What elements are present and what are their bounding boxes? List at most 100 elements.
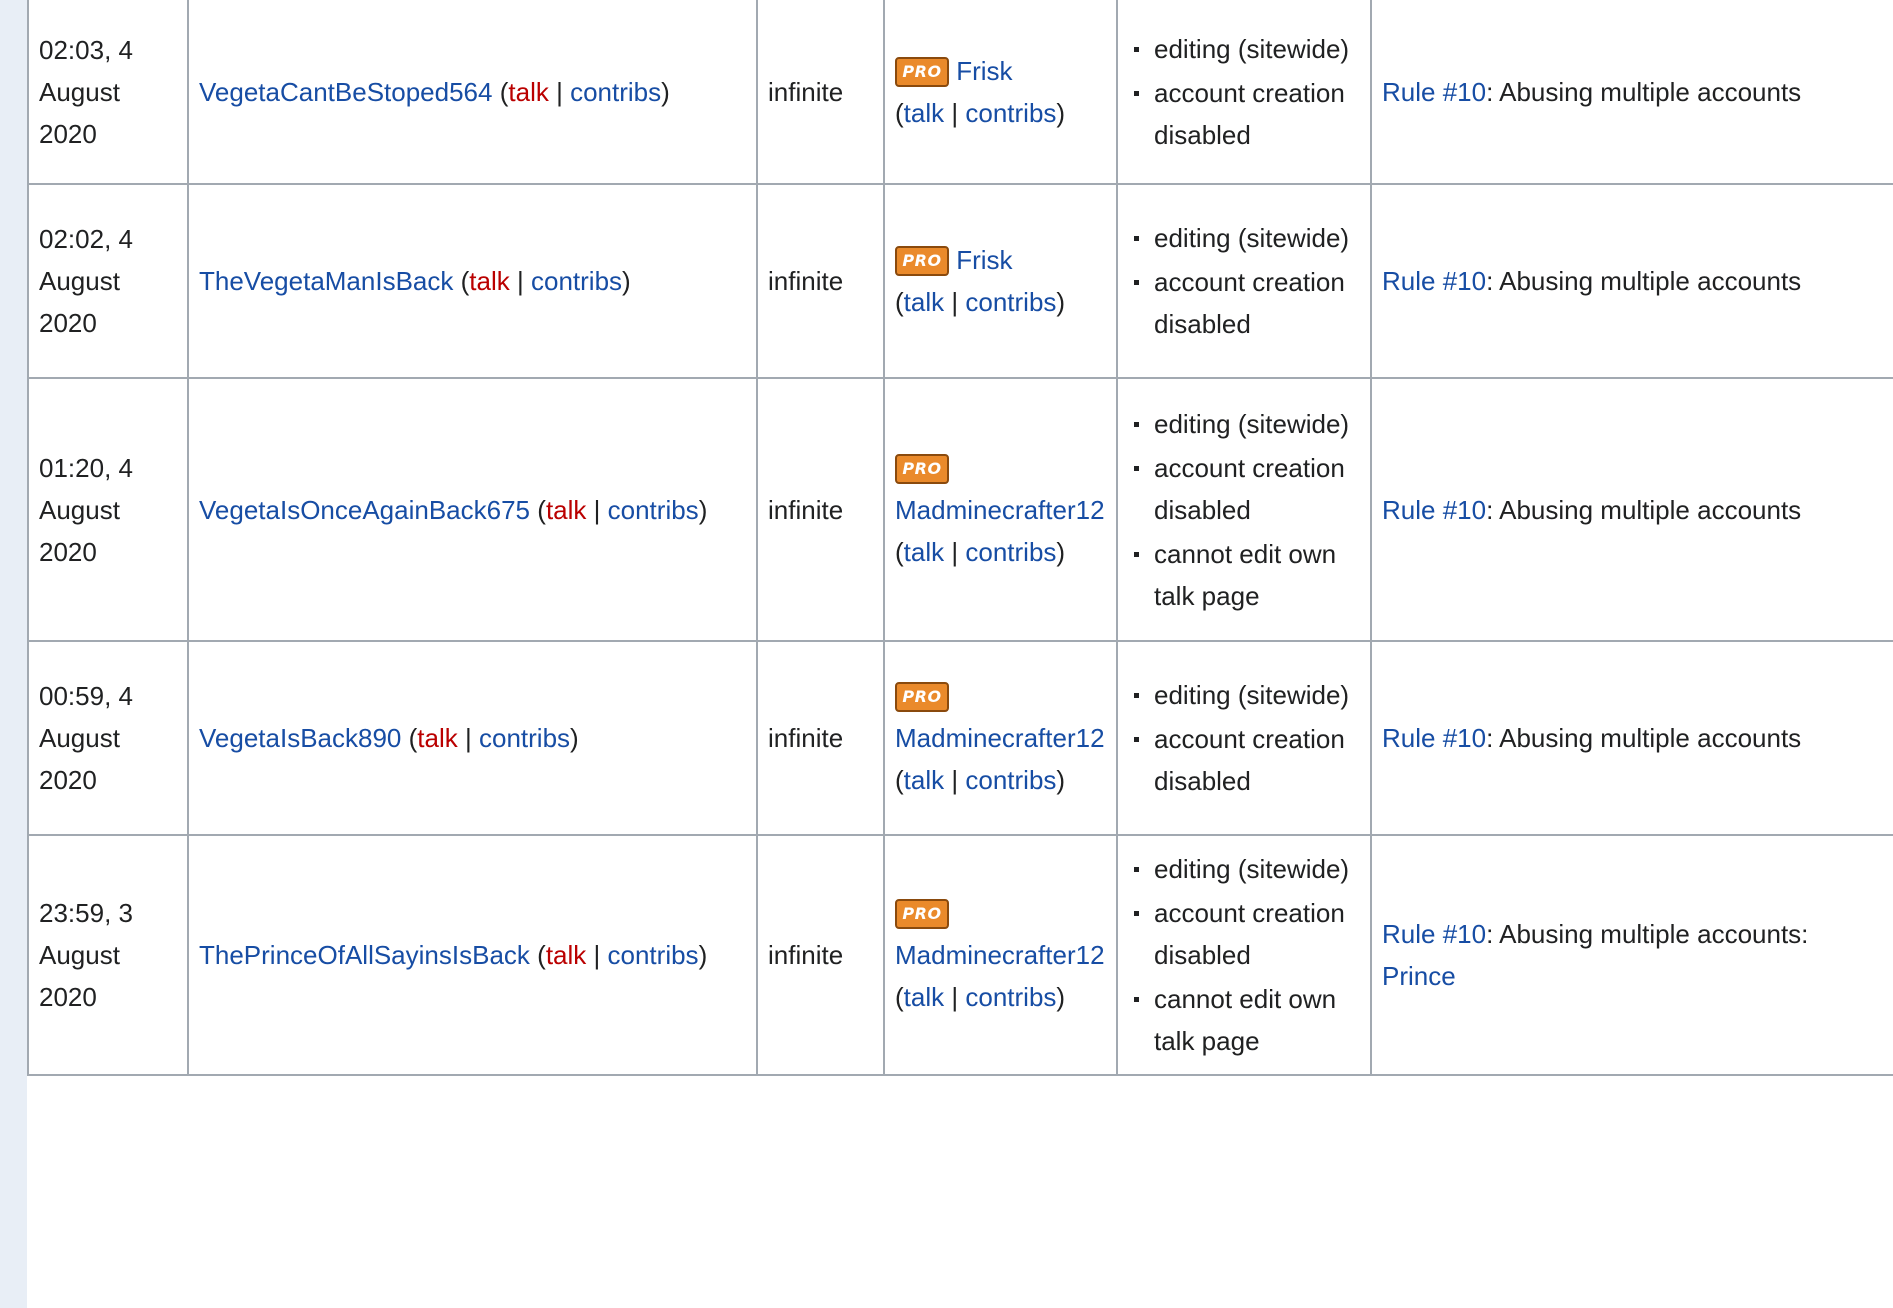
paren-open: ( [537, 494, 546, 525]
block-param-item: editing (sitewide) [1134, 217, 1360, 259]
table-row: 01:20, 4 August 2020 VegetaIsOnceAgainBa… [27, 377, 1893, 642]
separator: | [465, 723, 472, 753]
paren-close: ) [1056, 982, 1066, 1012]
admin-contribs-link[interactable]: contribs [965, 982, 1056, 1012]
admin-user-link[interactable]: Madminecrafter12 [895, 495, 1105, 525]
timestamp-time: 02:02, 4 [39, 224, 133, 254]
admin-user-link[interactable]: Frisk [956, 56, 1012, 86]
admin-talk-link[interactable]: talk [904, 765, 944, 795]
admin-contribs-link[interactable]: contribs [965, 98, 1056, 128]
reason-text: Abusing multiple accounts [1499, 266, 1802, 296]
timestamp-month: August [39, 494, 120, 525]
admin-user-link[interactable]: Frisk [956, 245, 1012, 275]
reason-cell: Rule #10: Abusing multiple accounts: Pri… [1370, 834, 1893, 1076]
pro-badge-icon: PRO [895, 56, 949, 87]
paren-close: ) [1056, 765, 1066, 795]
user-contribs-link[interactable]: contribs [531, 266, 622, 296]
reason-cell: Rule #10: Abusing multiple accounts [1370, 0, 1893, 185]
separator: | [951, 97, 959, 128]
block-param-item: cannot edit own talk page [1134, 533, 1360, 617]
colon: : [1486, 76, 1494, 107]
table-row: 02:02, 4 August 2020 TheVegetaManIsBack … [27, 183, 1893, 379]
paren-close: ) [1056, 536, 1066, 567]
reason-extra-link[interactable]: Prince [1382, 961, 1456, 991]
timestamp-time: 00:59, 4 [39, 681, 133, 711]
separator: | [951, 982, 959, 1012]
admin-contribs-link[interactable]: contribs [965, 287, 1056, 317]
user-contribs-link[interactable]: contribs [608, 940, 699, 970]
admin-talk-link[interactable]: talk [904, 287, 944, 317]
user-talk-link[interactable]: talk [469, 266, 509, 296]
user-talk-link[interactable]: talk [546, 940, 586, 970]
admin-talk-link[interactable]: talk [904, 537, 944, 567]
separator: | [593, 494, 601, 525]
pro-badge-icon: PRO [895, 246, 949, 276]
admin-user-link[interactable]: Madminecrafter12 [895, 940, 1105, 970]
user-talk-link[interactable]: talk [546, 495, 586, 525]
block-param-item: cannot edit own talk page [1134, 978, 1360, 1062]
user-contribs-link[interactable]: contribs [570, 77, 661, 107]
expiry-cell: infinite [756, 0, 885, 185]
paren-open: ( [895, 287, 904, 317]
timestamp-year: 2020 [39, 118, 97, 149]
admin-talk-link[interactable]: talk [904, 98, 944, 128]
block-param-item: editing (sitewide) [1134, 848, 1360, 890]
reason-cell: Rule #10: Abusing multiple accounts [1370, 183, 1893, 379]
blocked-user-link[interactable]: ThePrinceOfAllSayinsIsBack [199, 940, 530, 970]
separator: | [951, 287, 959, 317]
table-row: 23:59, 3 August 2020 ThePrinceOfAllSayin… [27, 834, 1893, 1076]
timestamp-cell: 02:03, 4 August 2020 [27, 0, 189, 185]
paren-open: ( [895, 536, 904, 567]
rule-link[interactable]: Rule #10 [1382, 723, 1486, 753]
block-params-cell: editing (sitewide) account creation disab… [1116, 183, 1372, 379]
timestamp-month: August [39, 723, 120, 753]
blocked-user-cell: VegetaIsBack890 (talk | contribs) [187, 640, 758, 836]
timestamp-cell: 00:59, 4 August 2020 [27, 640, 189, 836]
block-param-item: editing (sitewide) [1134, 28, 1360, 70]
blocked-user-link[interactable]: TheVegetaManIsBack [199, 266, 453, 296]
admin-user-link[interactable]: Madminecrafter12 [895, 723, 1105, 753]
block-param-item: account creation disabled [1134, 892, 1360, 976]
blocked-user-link[interactable]: VegetaIsBack890 [199, 723, 401, 753]
admin-cell: PRO Madminecrafter12 (talk | contribs) [883, 377, 1118, 642]
admin-contribs-link[interactable]: contribs [965, 765, 1056, 795]
reason-text: Abusing multiple accounts [1499, 76, 1802, 107]
reason-text: Abusing multiple accounts [1499, 494, 1802, 525]
reason-cell: Rule #10: Abusing multiple accounts [1370, 377, 1893, 642]
paren-close: ) [698, 494, 708, 525]
reason-cell: Rule #10: Abusing multiple accounts [1370, 640, 1893, 836]
pro-badge-icon: PRO [895, 899, 949, 929]
block-params-list: editing (sitewide) account creation disab… [1128, 848, 1360, 1062]
colon: : [1486, 494, 1494, 525]
blocked-user-link[interactable]: VegetaCantBeStoped564 [199, 77, 492, 107]
paren-close: ) [661, 76, 670, 107]
user-talk-link[interactable]: talk [508, 77, 548, 107]
admin-cell: PRO Frisk (talk | contribs) [883, 183, 1118, 379]
block-params-cell: editing (sitewide) account creation disab… [1116, 640, 1372, 836]
block-param-item: account creation disabled [1134, 447, 1360, 531]
timestamp-time: 01:20, 4 [39, 452, 133, 483]
blocked-user-link[interactable]: VegetaIsOnceAgainBack675 [199, 495, 530, 525]
rule-link[interactable]: Rule #10 [1382, 495, 1486, 525]
user-contribs-link[interactable]: contribs [608, 495, 699, 525]
rule-link[interactable]: Rule #10 [1382, 919, 1486, 949]
admin-cell: PRO Madminecrafter12 (talk | contribs) [883, 834, 1118, 1076]
paren-close: ) [1056, 97, 1066, 128]
user-contribs-link[interactable]: contribs [479, 723, 570, 753]
expiry-value: infinite [768, 494, 844, 525]
timestamp-year: 2020 [39, 765, 97, 795]
timestamp-month: August [39, 266, 120, 296]
rule-link[interactable]: Rule #10 [1382, 77, 1486, 107]
paren-open: ( [895, 982, 904, 1012]
separator: | [951, 765, 959, 795]
admin-talk-link[interactable]: talk [904, 982, 944, 1012]
block-params-list: editing (sitewide) account creation disab… [1128, 674, 1360, 802]
timestamp-year: 2020 [39, 536, 97, 567]
block-list-table: 02:03, 4 August 2020 VegetaCantBeStoped5… [27, 0, 1893, 1076]
user-talk-link[interactable]: talk [417, 723, 457, 753]
admin-contribs-link[interactable]: contribs [965, 537, 1056, 567]
block-param-item: editing (sitewide) [1134, 674, 1360, 716]
paren-open: ( [537, 940, 546, 970]
rule-link[interactable]: Rule #10 [1382, 266, 1486, 296]
paren-open: ( [460, 266, 470, 296]
